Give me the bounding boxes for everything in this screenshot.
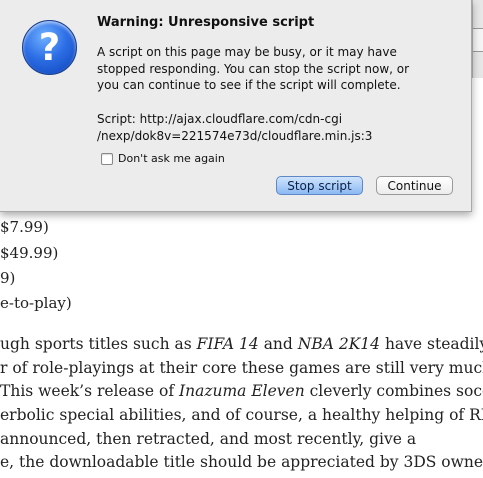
price-line: 9)	[0, 269, 16, 287]
text-run: e, the downloadable title should be appr…	[0, 453, 483, 472]
text-run: have steadily	[380, 335, 483, 353]
stop-script-button[interactable]: Stop script	[276, 176, 363, 195]
checkbox-label: Don't ask me again	[118, 152, 225, 165]
price-line: e-to-play)	[0, 294, 72, 312]
message-line: stopped responding. You can stop the scr…	[97, 61, 410, 76]
title-reference: NBA 2K14	[297, 335, 381, 353]
message-line: you can continue to see if the script wi…	[97, 78, 401, 92]
unresponsive-script-dialog: ? Warning: Unresponsive script A script …	[0, 0, 472, 212]
continue-button[interactable]: Continue	[376, 176, 453, 195]
text-run: erbolic special abilities, and of course…	[0, 406, 483, 425]
text-run: and	[258, 335, 298, 353]
script-line: /nexp/dok8v=221574e73d/cloudflare.min.js…	[97, 129, 373, 143]
script-line: Script: http://ajax.cloudflare.com/cdn-c…	[97, 112, 343, 126]
paragraph-line: ugh sports titles such as FIFA 14 and NB…	[0, 333, 483, 357]
script-info: Script: http://ajax.cloudflare.com/cdn-c…	[97, 111, 462, 145]
price-line: $49.99)	[0, 244, 59, 262]
dialog-title: Warning: Unresponsive script	[97, 15, 315, 30]
right-scroll-edge	[472, 0, 483, 78]
paragraph-line: r of role-playings at their core these g…	[0, 357, 483, 381]
question-glyph: ?	[38, 26, 61, 69]
paragraph-line: This week’s release of Inazuma Eleven cl…	[0, 380, 483, 404]
dont-ask-checkbox[interactable]: Don't ask me again	[101, 152, 225, 165]
price-line: $7.99)	[0, 218, 49, 236]
scroll-tick	[473, 28, 483, 52]
text-run: ugh sports titles such as	[0, 335, 197, 353]
article-paragraph: ugh sports titles such as FIFA 14 and NB…	[0, 333, 483, 475]
text-run: announced, then retracted, and most rece…	[0, 429, 417, 448]
title-reference: FIFA 14	[196, 335, 259, 353]
paragraph-line: erbolic special abilities, and of course…	[0, 404, 483, 428]
question-icon: ?	[22, 20, 77, 75]
paragraph-line: announced, then retracted, and most rece…	[0, 428, 483, 452]
text-run: cleverly combines soccer	[309, 382, 483, 401]
checkbox-box[interactable]	[101, 152, 113, 165]
message-line: A script on this page may be busy, or it…	[97, 45, 397, 59]
title-reference: Inazuma Eleven	[178, 382, 305, 401]
dialog-message: A script on this page may be busy, or it…	[97, 44, 462, 94]
paragraph-line: e, the downloadable title should be appr…	[0, 451, 483, 475]
text-run: r of role-playings at their core these g…	[0, 358, 483, 377]
text-run: This week’s release of	[0, 382, 179, 401]
